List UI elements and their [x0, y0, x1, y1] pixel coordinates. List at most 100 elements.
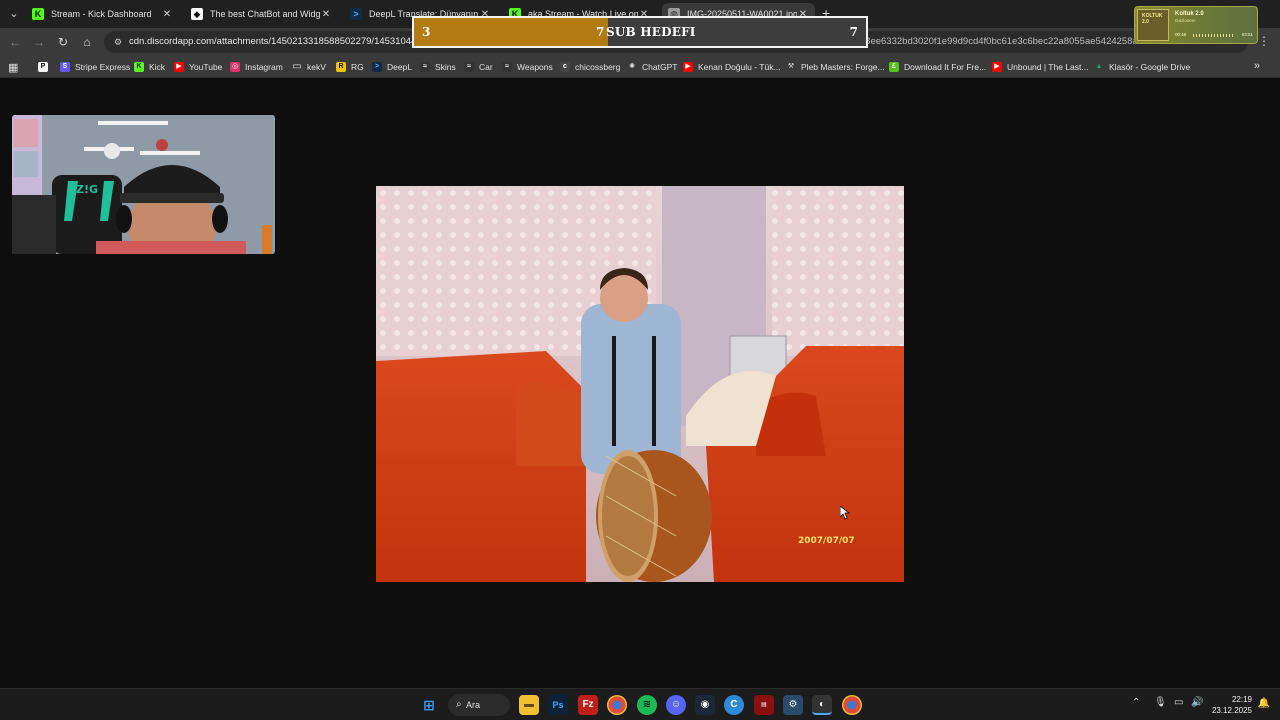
- bookmark-unbound[interactable]: ▶ Unbound | The Last...: [992, 60, 1088, 74]
- download-icon: £: [889, 62, 899, 72]
- youtube-icon: ▶: [992, 62, 1002, 72]
- displayed-photo: 2007/07/07: [376, 186, 904, 582]
- taskbar: ⊞ ⌕ Ara ▬ Ps Fz ≋ ☺ ◉ C ▤ ⚙ ◐ ⌃ 🎙 ▭ 🔊 22…: [0, 688, 1280, 720]
- bookmark-drive[interactable]: ▲ Klasör - Google Drive: [1094, 60, 1191, 74]
- svg-text:Z!G: Z!G: [76, 183, 98, 196]
- file-explorer-icon[interactable]: ▬: [519, 695, 539, 715]
- edge-icon[interactable]: C: [724, 695, 744, 715]
- clock-time: 22:19: [1231, 695, 1252, 704]
- site-info-icon[interactable]: ⚙: [112, 36, 124, 48]
- bookmark-kick[interactable]: K Kick: [134, 60, 165, 74]
- bookmark-label: Klasör - Google Drive: [1109, 62, 1191, 72]
- reload-icon[interactable]: ↻: [54, 33, 72, 51]
- kick-icon: K: [32, 8, 44, 20]
- bookmark-chicossberg[interactable]: c chicossberg: [560, 60, 620, 74]
- bookmark-deepl[interactable]: > DeepL: [372, 60, 412, 74]
- sub-goal-current: 3: [422, 25, 431, 39]
- mouse-pointer-icon: [840, 506, 850, 520]
- settings-gear-icon[interactable]: ⚙: [783, 695, 803, 715]
- chrome-icon[interactable]: [607, 695, 627, 715]
- discord-icon[interactable]: ☺: [666, 695, 686, 715]
- rg-icon: R: [336, 62, 346, 72]
- system-clock[interactable]: 22:19 23.12.2025: [1212, 694, 1252, 716]
- filezilla-icon[interactable]: Fz: [578, 695, 598, 715]
- sub-goal-label: SUB HEDEFI: [606, 25, 696, 39]
- bookmark-label: Unbound | The Last...: [1007, 62, 1089, 72]
- taskbar-search-label: Ara: [466, 700, 481, 710]
- bookmark-youtube[interactable]: ▶ YouTube: [174, 60, 222, 74]
- kick-icon: K: [134, 62, 144, 72]
- bookmark-label: YouTube: [189, 62, 223, 72]
- bookmark-p[interactable]: P: [38, 60, 53, 74]
- stripe-icon: S: [60, 62, 70, 72]
- track-title: Koltuk 2.0: [1175, 11, 1204, 17]
- bookmark-label: Pleb Masters: Forge...: [801, 62, 885, 72]
- taskbar-search[interactable]: ⌕ Ara: [448, 694, 510, 716]
- bookmarks-overflow-icon[interactable]: »: [1254, 60, 1260, 72]
- bookmark-pleb[interactable]: ⚒ Pleb Masters: Forge...: [786, 60, 885, 74]
- bookmark-label: Kick: [149, 62, 166, 72]
- steam-icon[interactable]: ◉: [695, 695, 715, 715]
- tab-search-chevron-icon[interactable]: ⌄: [4, 4, 24, 24]
- bookmark-stripe[interactable]: S Stripe Express: [60, 60, 130, 74]
- network-icon[interactable]: ▭: [1174, 697, 1183, 708]
- instagram-icon: ◎: [230, 62, 240, 72]
- bookmark-kenan[interactable]: ▶ Kenan Doğulu - Tük...: [683, 60, 781, 74]
- pleb-icon: ⚒: [787, 63, 795, 70]
- bookmarks-bar: ▦ P S Stripe Express K Kick ▶ YouTube ◎ Inst…: [0, 56, 1280, 78]
- track-waveform: [1193, 34, 1235, 37]
- tab-kick-dashboard[interactable]: K Stream - Kick Dashboard ✕: [26, 3, 179, 25]
- spotify-icon[interactable]: ≋: [637, 695, 657, 715]
- tab-botrix[interactable]: ◆ The best ChatBot and Widgets ✕: [185, 3, 338, 25]
- chicossberg-icon: c: [560, 62, 570, 72]
- menu-kebab-icon[interactable]: ⋮: [1258, 34, 1270, 48]
- photo-date-stamp: 2007/07/07: [798, 536, 855, 546]
- close-icon[interactable]: ✕: [161, 9, 173, 20]
- bookmark-kekv[interactable]: ▭ kekV: [292, 60, 326, 74]
- obs-icon[interactable]: ◐: [812, 695, 832, 715]
- back-arrow-icon[interactable]: ←: [6, 33, 24, 51]
- apps-grid-icon[interactable]: ▦: [8, 60, 18, 74]
- now-playing-widget: KOLTUK 2.0 Koltuk 2.0 Gazlonem 00:46 03:…: [1134, 6, 1258, 44]
- bookmark-car[interactable]: ≈ Car: [464, 60, 493, 74]
- folder-icon: ▭: [292, 61, 302, 72]
- bookmark-label: Download It For Fre...: [904, 62, 987, 72]
- photoshop-icon[interactable]: Ps: [548, 695, 568, 715]
- microphone-icon[interactable]: 🎙: [1154, 697, 1167, 708]
- home-icon[interactable]: ⌂: [78, 33, 96, 51]
- notification-bell-icon[interactable]: 🔔: [1258, 698, 1270, 709]
- drive-icon: ▲: [1095, 63, 1103, 70]
- photo-image: [376, 186, 904, 582]
- bookmark-label: ChatGPT: [642, 62, 678, 72]
- tray-overflow-chevron-icon[interactable]: ⌃: [1132, 697, 1140, 708]
- bookmark-rg[interactable]: R RG: [336, 60, 364, 74]
- chrome-profile-icon[interactable]: [842, 695, 862, 715]
- bookmark-label: chicossberg: [575, 62, 621, 72]
- windows-start-icon[interactable]: ⊞: [419, 695, 439, 715]
- weapons-icon: ≈: [502, 62, 512, 72]
- youtube-icon: ▶: [174, 62, 184, 72]
- p-icon: P: [38, 62, 48, 72]
- bookmark-chatgpt[interactable]: ✺ ChatGPT: [627, 60, 677, 74]
- bookmark-skins[interactable]: ≈ Skins: [420, 60, 456, 74]
- tab-title: Stream - Kick Dashboard: [51, 9, 152, 19]
- car-icon: ≈: [464, 62, 474, 72]
- tab-title: The best ChatBot and Widgets: [210, 9, 320, 19]
- bookmark-label: kekV: [307, 62, 326, 72]
- bookmark-download[interactable]: £ Download It For Fre...: [889, 60, 986, 74]
- bookmark-label: Stripe Express: [75, 62, 131, 72]
- search-icon: ⌕: [456, 699, 462, 710]
- close-icon[interactable]: ✕: [320, 9, 332, 20]
- deepl-icon: >: [350, 8, 362, 20]
- bookmark-label: DeepL: [387, 62, 413, 72]
- forward-arrow-icon[interactable]: →: [30, 33, 48, 51]
- bookmark-instagram[interactable]: ◎ Instagram: [230, 60, 283, 74]
- volume-icon[interactable]: 🔊: [1191, 697, 1203, 708]
- album-art: KOLTUK 2.0: [1137, 9, 1169, 41]
- bookmark-label: Skins: [435, 62, 456, 72]
- video-app-icon[interactable]: ▤: [754, 695, 774, 715]
- bookmark-label: Kenan Doğulu - Tük...: [698, 62, 781, 72]
- bookmark-weapons[interactable]: ≈ Weapons: [502, 60, 553, 74]
- skins-icon: ≈: [420, 62, 430, 72]
- youtube-icon: ▶: [683, 62, 693, 72]
